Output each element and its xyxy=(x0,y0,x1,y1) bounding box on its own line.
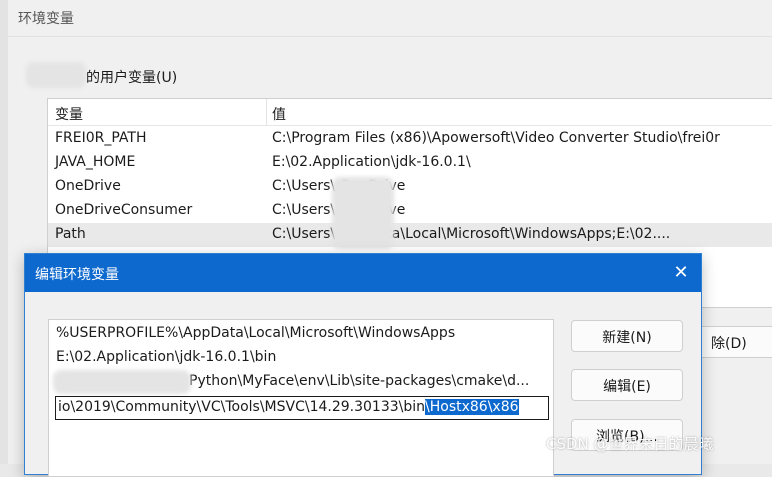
title-divider xyxy=(8,36,772,37)
redacted-path-prefix xyxy=(53,370,191,394)
variable-value: E:\02.Application\jdk-16.0.1\ xyxy=(272,154,471,170)
path-entry: Python\MyFace\env\Lib\site-packages\cmak… xyxy=(189,373,530,389)
list-item[interactable]: %USERPROFILE%\AppData\Local\Microsoft\Wi… xyxy=(49,322,553,346)
variable-name: FREI0R_PATH xyxy=(55,130,147,146)
variable-name: JAVA_HOME xyxy=(55,154,136,170)
column-header-value[interactable]: 值 xyxy=(272,104,286,124)
edit-button[interactable]: 编辑(E) xyxy=(571,369,683,401)
path-entries-list[interactable]: %USERPROFILE%\AppData\Local\Microsoft\Wi… xyxy=(48,319,554,477)
edit-text-selection: \Hostx86\x86 xyxy=(425,399,519,415)
variable-value: C:\Program Files (x86)\Apowersoft\Video … xyxy=(272,130,720,146)
variable-name: OneDrive xyxy=(55,178,121,194)
redacted-username xyxy=(26,62,86,88)
path-entry: E:\02.Application\jdk-16.0.1\bin xyxy=(56,349,277,365)
new-button[interactable]: 新建(N) xyxy=(571,320,683,352)
list-item[interactable]: E:\02.Application\jdk-16.0.1\bin xyxy=(49,346,553,370)
window-title: 环境变量 xyxy=(18,11,74,27)
table-row[interactable]: FREI0R_PATH C:\Program Files (x86)\Apowe… xyxy=(48,127,772,151)
table-row[interactable]: JAVA_HOME E:\02.Application\jdk-16.0.1\ xyxy=(48,151,772,175)
watermark: CSDN @世界末日的晨曦 xyxy=(546,435,714,453)
delete-button[interactable]: 除(D) xyxy=(698,326,772,358)
path-entry: %USERPROFILE%\AppData\Local\Microsoft\Wi… xyxy=(56,325,456,341)
variable-name: Path xyxy=(55,226,86,242)
user-variables-group-label: 的用户变量(U) xyxy=(86,70,178,86)
list-header: 变量 值 xyxy=(48,99,772,126)
column-header-name[interactable]: 变量 xyxy=(55,104,83,124)
dialog-title: 编辑环境变量 xyxy=(35,267,119,283)
dialog-title-bar: 编辑环境变量 ✕ xyxy=(25,254,701,292)
variable-name: OneDriveConsumer xyxy=(55,202,193,218)
column-separator[interactable] xyxy=(266,99,267,125)
close-icon[interactable]: ✕ xyxy=(669,261,693,285)
table-row[interactable]: OneDriveConsumer C:\Users\ OneDrive xyxy=(48,199,772,223)
redacted-username xyxy=(332,177,394,249)
table-row[interactable]: OneDrive C:\Users\ OneDrive xyxy=(48,175,772,199)
table-row-selected[interactable]: Path C:\Users\ AppData\Local\Microsoft\W… xyxy=(48,223,772,247)
path-edit-field[interactable]: io\2019\Community\VC\Tools\MSVC\14.29.30… xyxy=(55,396,549,420)
edit-text: io\2019\Community\VC\Tools\MSVC\14.29.30… xyxy=(58,399,426,415)
